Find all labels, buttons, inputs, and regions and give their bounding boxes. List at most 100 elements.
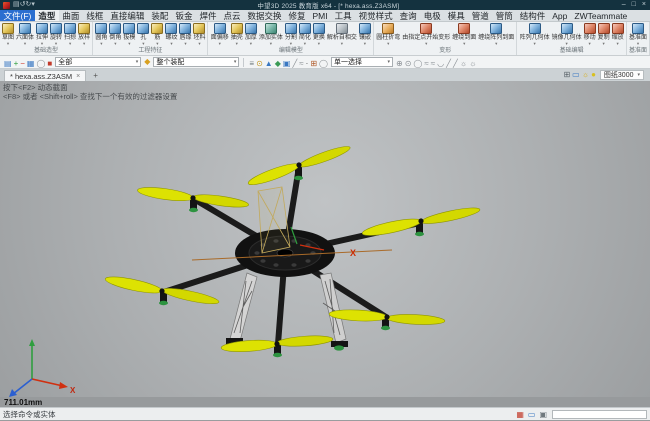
mirror-geometry-icon bbox=[561, 23, 573, 34]
ribbon-button[interactable]: 基准面 bbox=[628, 23, 648, 46]
ribbon-button[interactable]: 拔模 bbox=[122, 23, 136, 46]
ribbon-tab[interactable]: 查询 bbox=[396, 10, 420, 21]
highlight-all-icon[interactable]: ☼ bbox=[468, 59, 477, 68]
ribbon-button[interactable]: 分割 bbox=[284, 23, 298, 46]
ribbon-button[interactable]: 由指定点开始变形 bbox=[401, 23, 451, 46]
ribbon-button[interactable]: 添加实体 bbox=[258, 23, 284, 46]
save-icon[interactable]: ▤ bbox=[13, 1, 20, 8]
highlight-icon[interactable]: ☼ bbox=[459, 59, 468, 68]
pick-curve-icon[interactable]: ≈ bbox=[423, 59, 429, 68]
ribbon-tab[interactable]: 工具 bbox=[331, 10, 355, 21]
ribbon-button[interactable]: 孔 bbox=[136, 23, 150, 46]
maximize-button[interactable]: □ bbox=[632, 0, 636, 10]
status-input[interactable] bbox=[552, 410, 647, 419]
ribbon-button[interactable]: 面偏移 bbox=[210, 23, 230, 46]
assembly-scope-icon[interactable]: ◆ bbox=[143, 56, 151, 68]
ribbon-button[interactable]: 螺纹 bbox=[164, 23, 178, 46]
ribbon-button[interactable]: 拉伸 bbox=[35, 23, 49, 46]
ribbon-button[interactable]: 扫掠 bbox=[63, 23, 77, 46]
hexacopter-model[interactable]: X bbox=[0, 81, 650, 397]
pick-point-icon[interactable]: ⊕ bbox=[395, 59, 404, 68]
ribbon-tab[interactable]: 造型 bbox=[35, 10, 59, 21]
minimize-button[interactable]: – bbox=[622, 0, 626, 10]
render-ball-icon[interactable]: ● bbox=[590, 70, 597, 79]
entity-filter-combo[interactable]: 全部 bbox=[55, 57, 141, 67]
ribbon-button[interactable]: 旋转 bbox=[49, 23, 63, 46]
ribbon-tab[interactable]: 管筒 bbox=[492, 10, 516, 21]
sheet-selector-combo[interactable]: 图纸3000 bbox=[600, 70, 644, 80]
ribbon-button[interactable]: 加厚 bbox=[244, 23, 258, 46]
ribbon-button[interactable]: 圆角 bbox=[94, 23, 108, 46]
pick-segment-icon[interactable]: ╱ bbox=[452, 59, 459, 68]
ribbon-tab[interactable]: 电极 bbox=[420, 10, 444, 21]
ribbon-tab[interactable]: 管道 bbox=[468, 10, 492, 21]
manager-panel-icon[interactable]: ▤ bbox=[3, 59, 13, 68]
lightbulb-icon[interactable]: ☼ bbox=[581, 70, 590, 79]
ribbon-tab[interactable]: ZWTeammate bbox=[571, 10, 631, 21]
split-view-icon[interactable]: ⊞ bbox=[562, 70, 571, 79]
pick-line-icon[interactable]: ╱ bbox=[445, 59, 452, 68]
notification-icon[interactable]: ⊙ bbox=[255, 59, 264, 68]
ribbon-button[interactable]: 六面体 bbox=[15, 23, 35, 46]
filter-shape-icon[interactable]: ◆ bbox=[274, 59, 282, 68]
ribbon-tab[interactable]: PMI bbox=[309, 10, 331, 21]
ribbon-tab[interactable]: 文件(F) bbox=[0, 10, 35, 21]
ribbon-button[interactable]: 阵列几何体 bbox=[519, 23, 551, 46]
ribbon-button[interactable]: 草图 bbox=[1, 23, 15, 46]
filter-cube-icon[interactable]: ■ bbox=[46, 59, 53, 68]
ribbon-button[interactable]: 更换 bbox=[312, 23, 326, 46]
circle-tool-icon[interactable]: ◯ bbox=[35, 59, 46, 68]
gps-mast-wireframe[interactable] bbox=[258, 187, 290, 253]
display-mode-icon[interactable]: ▭ bbox=[571, 70, 581, 79]
ribbon-button[interactable]: 放样 bbox=[77, 23, 91, 46]
selection-scope-combo[interactable]: 整个装配 bbox=[153, 57, 239, 67]
erase-icon[interactable]: − bbox=[19, 59, 26, 68]
ribbon-button[interactable]: 坯料 bbox=[192, 23, 206, 46]
ribbon-tab[interactable]: 修复 bbox=[285, 10, 309, 21]
ribbon-button[interactable]: 缩放 bbox=[611, 23, 625, 46]
ribbon-tab[interactable]: App bbox=[549, 10, 571, 21]
ribbon-tab[interactable]: 直接编辑 bbox=[107, 10, 148, 21]
close-button[interactable]: × bbox=[642, 0, 646, 10]
layout-window-icon[interactable]: ▣ bbox=[537, 410, 549, 419]
ribbon-tab[interactable]: 数据交换 bbox=[244, 10, 285, 21]
new-tab-button[interactable]: + bbox=[90, 70, 101, 81]
filter-face-icon[interactable]: ▣ bbox=[282, 59, 292, 68]
ribbon-button[interactable]: 解析自相交 bbox=[326, 23, 358, 46]
ribbon-button[interactable]: 筋 bbox=[150, 23, 164, 46]
ribbon-button[interactable]: 镜像几何体 bbox=[551, 23, 583, 46]
pick-circle-icon[interactable]: ◯ bbox=[412, 59, 423, 68]
resolve-self-intersect-icon bbox=[336, 23, 348, 34]
ribbon-tab[interactable]: 结构件 bbox=[516, 10, 549, 21]
display-monitor-icon[interactable]: ▭ bbox=[526, 410, 538, 419]
ribbon-group-label: 基础编辑 bbox=[518, 47, 626, 56]
pick-mode-combo[interactable]: 单一选择 bbox=[331, 57, 393, 67]
ribbon-tab[interactable]: 装配 bbox=[148, 10, 172, 21]
ribbon-button[interactable]: 圆柱折弯 bbox=[375, 23, 401, 46]
ribbon-button[interactable]: 抽壳 bbox=[230, 23, 244, 46]
ribbon-button[interactable]: 唇缘 bbox=[178, 23, 192, 46]
ribbon-tab[interactable]: 视觉样式 bbox=[355, 10, 396, 21]
ribbon-button[interactable]: 复制 bbox=[597, 23, 611, 46]
document-tab-active[interactable]: * hexa.ass.Z3ASM × bbox=[4, 70, 86, 81]
ribbon-button[interactable]: 简化 bbox=[298, 23, 312, 46]
tab-close-icon[interactable]: × bbox=[76, 73, 80, 80]
alerts-grid-icon[interactable]: ▦ bbox=[514, 410, 526, 419]
ribbon-tab[interactable]: 点云 bbox=[220, 10, 244, 21]
snap-toggle-icon[interactable]: ◯ bbox=[318, 59, 329, 68]
3d-viewport[interactable]: 按下<F2> 动态截面 <F8> 或者 <Shift+roll> 查找下一个有效… bbox=[0, 81, 650, 397]
pick-arc-icon[interactable]: ◡ bbox=[436, 59, 445, 68]
ribbon-button[interactable]: 缠绕阵列到面 bbox=[477, 23, 515, 46]
filter-curve-icon[interactable]: ≈ bbox=[298, 59, 304, 68]
ribbon-button[interactable]: 移动 bbox=[583, 23, 597, 46]
ribbon-tab[interactable]: 线框 bbox=[83, 10, 107, 21]
history-icon[interactable]: ⊞ bbox=[309, 59, 318, 68]
ribbon-tab[interactable]: 曲面 bbox=[59, 10, 83, 21]
ribbon-button[interactable]: 缠绕到面 bbox=[451, 23, 477, 46]
filter-part-icon[interactable]: ▲ bbox=[264, 59, 274, 68]
ribbon-tab[interactable]: 模具 bbox=[444, 10, 468, 21]
ribbon-button[interactable]: 倒角 bbox=[108, 23, 122, 46]
ribbon-tab[interactable]: 钣金 bbox=[172, 10, 196, 21]
ribbon-button[interactable]: 镶嵌 bbox=[358, 23, 372, 46]
ribbon-tab[interactable]: 焊件 bbox=[196, 10, 220, 21]
